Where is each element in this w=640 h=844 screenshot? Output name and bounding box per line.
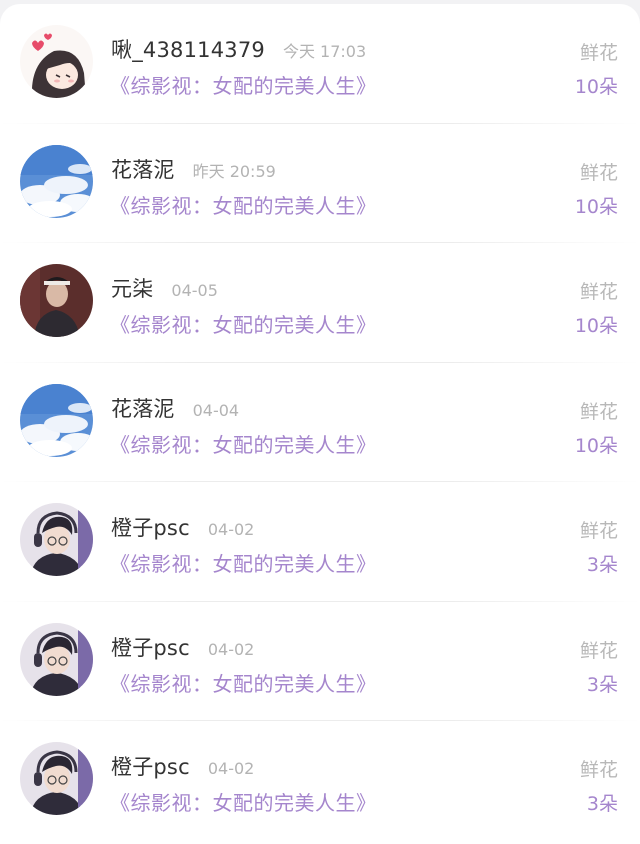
gift-record-list: 啾_438114379 今天 17:03 《综影视：女配的完美人生》 鲜花 10…: [0, 4, 640, 844]
headphone-boy-avatar-image: [20, 503, 93, 576]
gift-type: 鲜花: [579, 161, 618, 184]
avatar[interactable]: [20, 264, 93, 337]
user-name[interactable]: 橙子psc: [111, 512, 190, 542]
gift-type: 鲜花: [579, 520, 618, 542]
list-item[interactable]: 元柒 04-05 《综影视：女配的完美人生》 鲜花 10朵: [0, 243, 640, 363]
list-item[interactable]: 花落泥 昨天 20:59 《综影视：女配的完美人生》 鲜花 10朵: [0, 124, 640, 243]
book-title[interactable]: 《综影视：女配的完美人生》: [110, 668, 377, 697]
timestamp: 昨天 20:59: [192, 161, 276, 181]
avatar[interactable]: [20, 503, 93, 576]
blue-sky-avatar-image: [20, 144, 93, 218]
headphone-boy-avatar-image: [20, 742, 93, 815]
avatar[interactable]: [20, 144, 93, 218]
list-item[interactable]: 橙子psc 04-02 《综影视：女配的完美人生》 鲜花 3朵: [0, 602, 640, 721]
timestamp: 04-05: [171, 281, 218, 300]
avatar[interactable]: [20, 742, 93, 815]
gift-type: 鲜花: [579, 281, 618, 303]
book-title[interactable]: 《综影视：女配的完美人生》: [110, 70, 377, 99]
user-name[interactable]: 橙子psc: [111, 751, 190, 781]
gift-count: 10朵: [574, 434, 618, 457]
book-title[interactable]: 《综影视：女配的完美人生》: [110, 429, 377, 458]
gift-count: 10朵: [574, 76, 618, 98]
timestamp: 今天 17:03: [282, 42, 367, 61]
gift-type: 鲜花: [579, 759, 618, 781]
list-item[interactable]: 橙子psc 04-02 《综影视：女配的完美人生》 鲜花 3朵: [0, 482, 640, 602]
user-name[interactable]: 花落泥: [111, 154, 175, 184]
avatar[interactable]: [20, 25, 93, 98]
user-name[interactable]: 啾_438114379: [111, 34, 265, 64]
avatar[interactable]: [20, 383, 93, 457]
gift-count: 10朵: [574, 195, 618, 218]
user-name[interactable]: 元柒: [111, 273, 153, 303]
book-title[interactable]: 《综影视：女配的完美人生》: [110, 309, 377, 338]
list-item[interactable]: 花落泥 04-04 《综影视：女配的完美人生》 鲜花 10朵: [0, 363, 640, 482]
timestamp: 04-02: [207, 639, 255, 659]
gift-type: 鲜花: [579, 42, 618, 64]
list-item[interactable]: 啾_438114379 今天 17:03 《综影视：女配的完美人生》 鲜花 10…: [0, 4, 640, 124]
gift-count: 10朵: [574, 315, 618, 337]
user-name[interactable]: 花落泥: [111, 393, 175, 423]
gift-count: 3朵: [586, 554, 618, 576]
gift-count: 3朵: [586, 793, 618, 815]
blue-sky-avatar-image: [20, 383, 93, 457]
book-title[interactable]: 《综影视：女配的完美人生》: [110, 548, 377, 577]
gift-type: 鲜花: [579, 400, 618, 423]
user-name[interactable]: 橙子psc: [111, 632, 190, 662]
anime-girl-avatar-image: [20, 25, 93, 98]
avatar[interactable]: [20, 622, 93, 696]
timestamp: 04-02: [207, 759, 255, 778]
book-title[interactable]: 《综影视：女配的完美人生》: [110, 787, 377, 816]
gift-type: 鲜花: [579, 639, 618, 662]
list-item[interactable]: 橙子psc 04-02 《综影视：女配的完美人生》 鲜花 3朵: [0, 721, 640, 841]
gift-count: 3朵: [586, 673, 618, 696]
man-portrait-avatar-image: [20, 264, 93, 337]
timestamp: 04-02: [207, 520, 255, 539]
book-title[interactable]: 《综影视：女配的完美人生》: [110, 190, 377, 219]
timestamp: 04-04: [192, 400, 240, 420]
headphone-boy-avatar-image: [20, 622, 93, 696]
